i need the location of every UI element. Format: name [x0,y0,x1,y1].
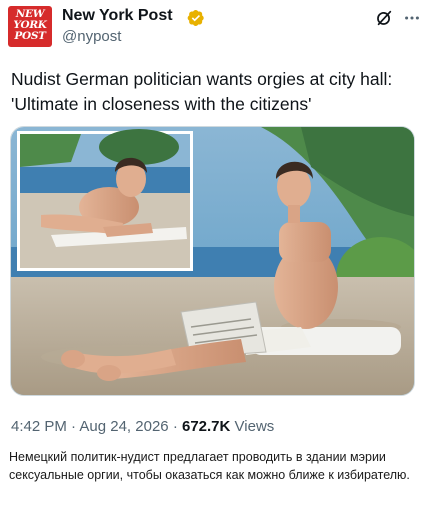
meta-separator: · [172,418,178,435]
tweet-time[interactable]: 4:42 PM [11,418,67,435]
tweet-photo[interactable] [10,126,415,396]
tweet-header: NEW YORK POST New York Post @nypost [8,6,419,48]
tweet-text: Nudist German politician wants orgies at… [11,69,393,114]
photo-illustration [11,127,414,395]
grok-icon[interactable] [375,9,393,27]
avatar-logo-line: POST [14,30,46,42]
views-label: Views [234,418,275,435]
views-count[interactable]: 672.7K [182,418,230,435]
display-name[interactable]: New York Post [62,7,173,25]
caption-text: Немецкий политик-нудист предлагает прово… [9,450,410,482]
handle[interactable]: @nypost [62,28,121,45]
tweet-date[interactable]: Aug 24, 2026 [79,418,168,435]
more-icon[interactable] [403,9,421,27]
tweet-meta: 4:42 PM · Aug 24, 2026 · 672.7K Views [11,418,274,435]
avatar[interactable]: NEW YORK POST [8,6,52,47]
avatar-logo: NEW YORK POST [8,9,52,42]
meta-separator: · [71,418,77,435]
verified-badge-icon[interactable] [187,9,205,27]
